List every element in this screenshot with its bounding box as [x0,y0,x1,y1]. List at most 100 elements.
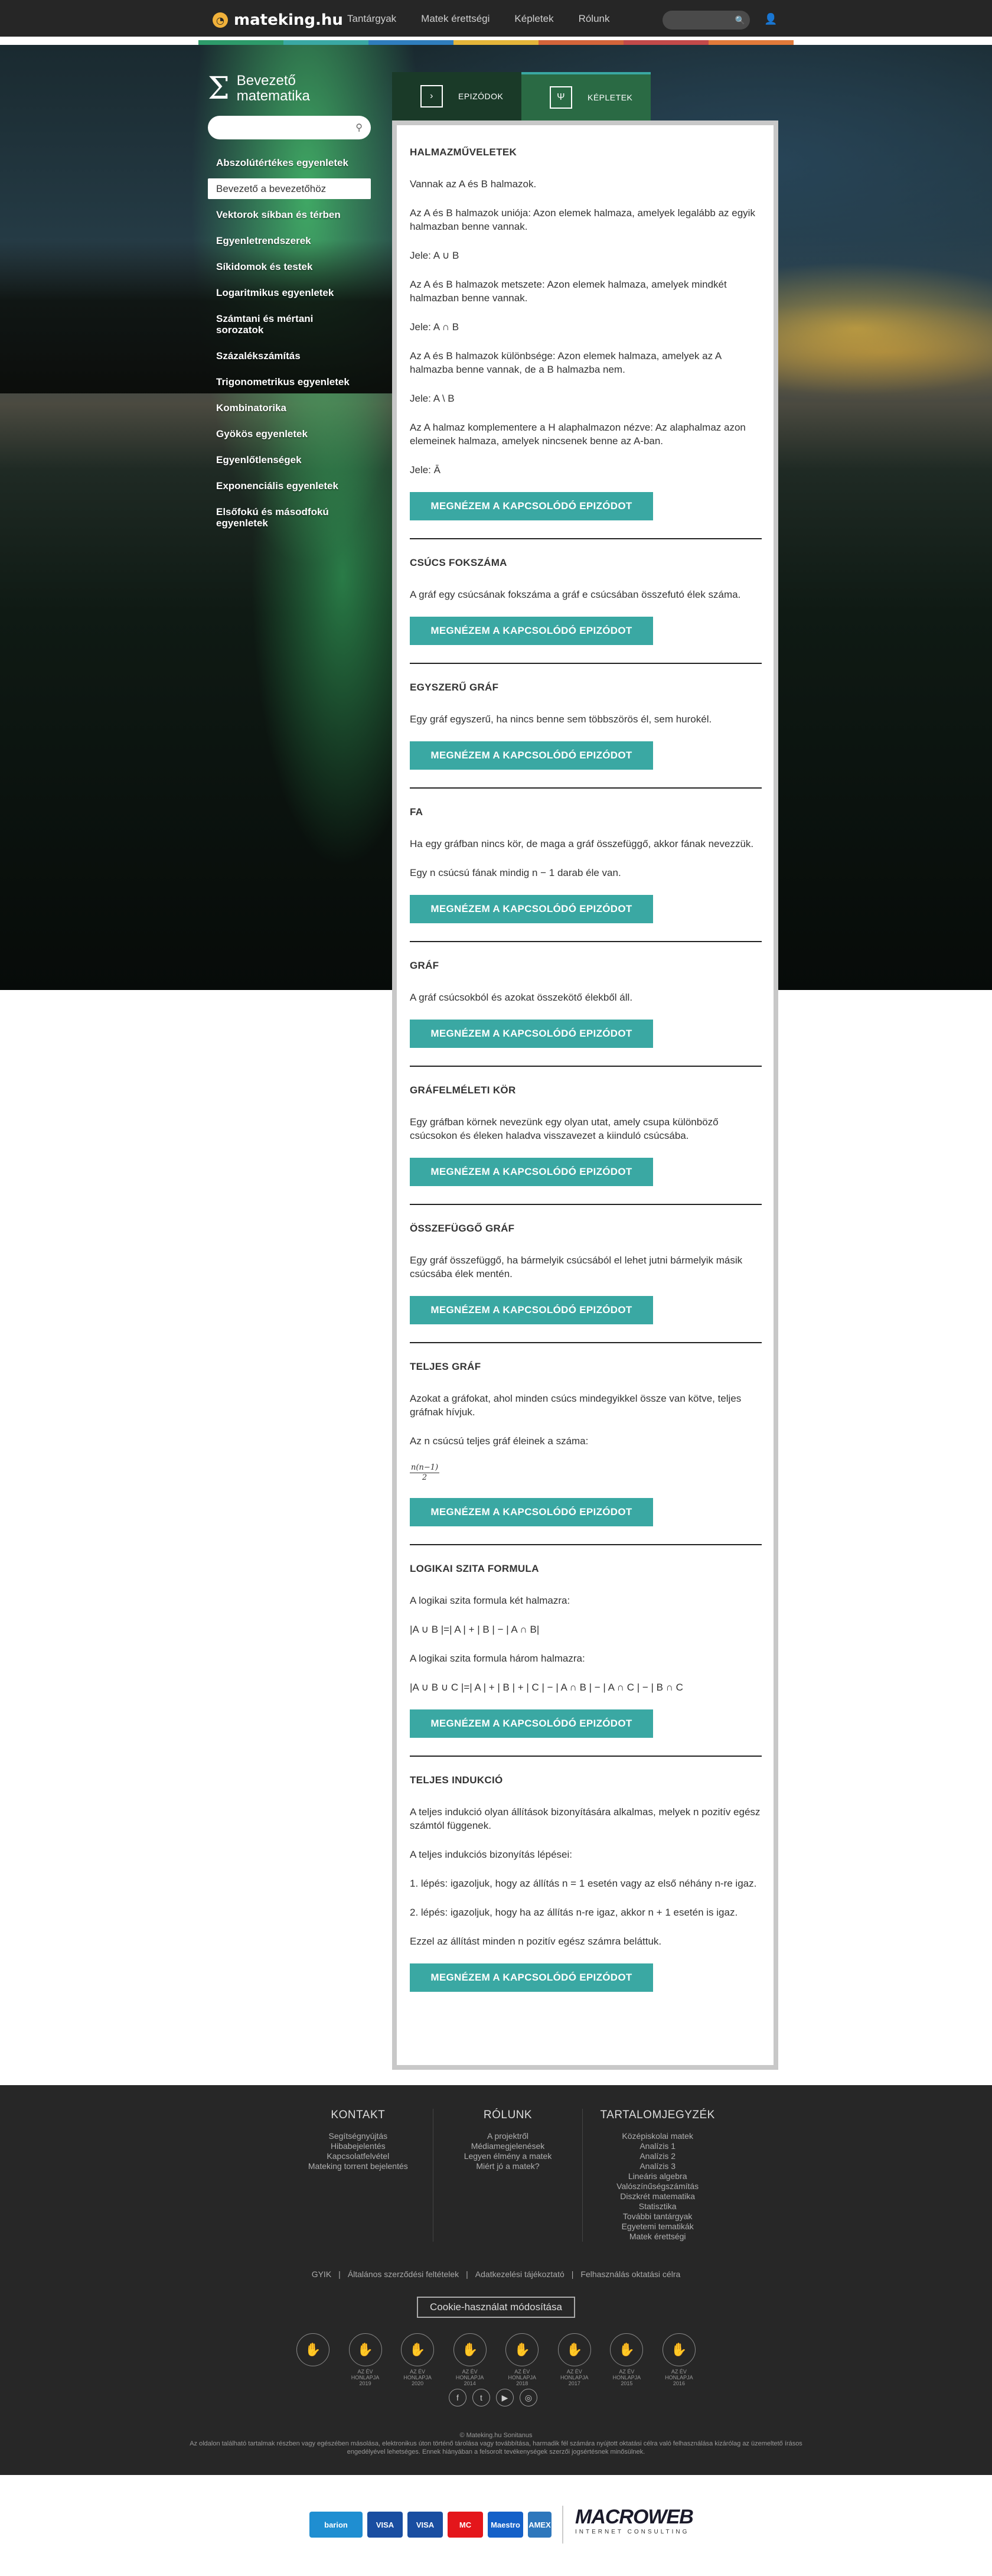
search-icon[interactable]: ⚲ [355,122,363,133]
sidebar-search-input[interactable]: ⚲ [208,116,371,139]
sidebar-item[interactable]: Kombinatorika [208,398,371,418]
footer-link[interactable]: Mateking torrent bejelentés [289,2161,427,2171]
sidebar-item[interactable]: Számtani és mértani sorozatok [208,308,371,340]
footer-link[interactable]: Analízis 3 [589,2161,726,2171]
section-text: Az A és B halmazok metszete: Azon elemek… [410,279,727,304]
related-episode-button[interactable]: MEGNÉZEM A KAPCSOLÓDÓ EPIZÓDOT [410,741,653,770]
footer-link[interactable]: Analízis 1 [589,2141,726,2151]
section-text: A gráf egy csúcsának fokszáma a gráf e c… [410,589,741,600]
twitter-icon[interactable]: t [472,2389,490,2406]
section-text: Jele: A ∩ B [410,321,459,333]
sidebar-list: Abszolútértékes egyenletek Bevezető a bev… [208,152,371,533]
related-episode-button[interactable]: MEGNÉZEM A KAPCSOLÓDÓ EPIZÓDOT [410,1158,653,1186]
facebook-icon[interactable]: f [449,2389,466,2406]
youtube-icon[interactable]: ▶ [496,2389,514,2406]
sidebar-item[interactable]: Exponenciális egyenletek [208,476,371,496]
footer-link[interactable]: Miért jó a matek? [439,2161,577,2171]
related-episode-button[interactable]: MEGNÉZEM A KAPCSOLÓDÓ EPIZÓDOT [410,617,653,645]
sidebar-item[interactable]: Logaritmikus egyenletek [208,282,371,303]
footer-bottom-link[interactable]: Adatkezelési tájékoztató [475,2269,564,2279]
sidebar-item[interactable]: Elsőfokú és másodfokú egyenletek [208,501,371,533]
section-text: Jele: A \ B [410,393,455,404]
footer-link[interactable]: Legyen élmény a matek [439,2151,577,2161]
user-icon[interactable]: 👤 [764,13,777,27]
nav-rolunk[interactable]: Rólunk [579,13,610,25]
cookie-button[interactable]: Cookie-használat módosítása [417,2297,575,2318]
sidebar-item[interactable]: Egyenlőtlenségek [208,450,371,470]
related-episode-button[interactable]: MEGNÉZEM A KAPCSOLÓDÓ EPIZÓDOT [410,1963,653,1992]
related-episode-button[interactable]: MEGNÉZEM A KAPCSOLÓDÓ EPIZÓDOT [410,1709,653,1738]
footer-link[interactable]: Diszkrét matematika [589,2191,726,2202]
sidebar-title-text: Bevezető matematika [236,73,310,104]
sidebar: Σ Bevezető matematika ⚲ Abszolútértékes e… [208,70,371,539]
sidebar-item[interactable]: Abszolútértékes egyenletek [208,152,371,173]
fraction-denominator: 2 [422,1473,428,1482]
footer-bottom-link[interactable]: Általános szerződési feltételek [348,2269,459,2279]
sidebar-item[interactable]: Síkidomok és testek [208,256,371,277]
social-links: f t ▶ ◎ [449,2389,537,2406]
sidebar-item[interactable]: Gyökös egyenletek [208,424,371,444]
footer-bottom-link[interactable]: GYIK [312,2269,331,2279]
sidebar-item[interactable]: Trigonometrikus egyenletek [208,372,371,392]
award-label: AZ ÉV HONLAPJA 2018 [508,2369,536,2386]
chevron-right-icon: › [420,85,443,108]
tab-formulas[interactable]: Ψ KÉPLETEK [521,72,651,121]
formula-section: EGYSZERŰ GRÁF Egy gráf egyszerű, ha nincs… [410,682,762,789]
footer-link[interactable]: Analízis 2 [589,2151,726,2161]
footer-link[interactable]: Statisztika [589,2202,726,2212]
formula-section: TELJES GRÁF Azokat a gráfokat, ahol minde… [410,1361,762,1545]
company-logo[interactable]: MACROWEB INTERNET CONSULTING [562,2506,694,2544]
footer-link[interactable]: A projektről [439,2131,577,2141]
footer-link[interactable]: További tantárgyak [589,2212,726,2222]
footer-link[interactable]: Lineáris algebra [589,2171,726,2181]
footer-links: GYIK | Általános szerződési feltételek | Ada… [0,2269,992,2279]
footer-link[interactable]: Kapcsolatfelvétel [289,2151,427,2161]
award-label: AZ ÉV HONLAPJA 2020 [403,2369,432,2386]
footer-column: RÓLUNK A projektről Médiamegjelenések Legye… [433,2109,583,2242]
footer-link[interactable]: Segítségnyújtás [289,2131,427,2141]
payment-card-logo: MC [448,2512,483,2538]
nav-matek-erettsegi[interactable]: Matek érettségi [421,13,490,25]
search-input[interactable]: 🔍 [663,11,750,30]
related-episode-button[interactable]: MEGNÉZEM A KAPCSOLÓDÓ EPIZÓDOT [410,1020,653,1048]
nav-kepletek[interactable]: Képletek [514,13,553,25]
related-episode-button[interactable]: MEGNÉZEM A KAPCSOLÓDÓ EPIZÓDOT [410,1296,653,1324]
company-name: MACROWEB [575,2506,694,2528]
tab-episodes[interactable]: › EPIZÓDOK [392,72,521,121]
related-episode-button[interactable]: MEGNÉZEM A KAPCSOLÓDÓ EPIZÓDOT [410,492,653,520]
section-text: Az A és B halmazok uniója: Azon elemek h… [410,207,755,232]
nav-tantargyak[interactable]: Tantárgyak [347,13,396,25]
section-text: Az n csúcsú teljes gráf éleinek a száma: [410,1435,589,1447]
section-text: Jele: A ∪ B [410,250,459,261]
sidebar-item[interactable]: Vektorok síkban és térben [208,204,371,225]
sidebar-item[interactable]: Bevezető a bevezetőhöz [208,178,371,199]
award-label: AZ ÉV HONLAPJA 2019 [351,2369,380,2386]
footer-link[interactable]: Médiamegjelenések [439,2141,577,2151]
footer-link[interactable]: Valószínűségszámítás [589,2181,726,2191]
formula-section: HALMAZMŰVELETEK Vannak az A és B halmazok… [410,146,762,539]
sidebar-item[interactable]: Százalékszámítás [208,346,371,366]
formula-section: FA Ha egy gráfban nincs kör, de maga a gr… [410,806,762,942]
award-label: AZ ÉV HONLAPJA 2017 [560,2369,589,2386]
footer-link[interactable]: Egyetemi tematikák [589,2222,726,2232]
footer-bottom-link[interactable]: Felhasználás oktatási célra [580,2269,680,2279]
section-title: ÖSSZEFÜGGŐ GRÁF [410,1223,515,1234]
section-text: Egy gráfban körnek nevezünk egy olyan ut… [410,1116,719,1141]
award-badge: ✋ AZ ÉV HONLAPJA 2016 [661,2333,697,2386]
related-episode-button[interactable]: MEGNÉZEM A KAPCSOLÓDÓ EPIZÓDOT [410,895,653,923]
sidebar-item[interactable]: Egyenletrendszerek [208,230,371,251]
payment-card-logo: VISA [367,2512,403,2538]
footer-columns: KONTAKT Segítségnyújtás Hibabejelentés Kapc… [283,2109,732,2242]
separator: | [338,2269,341,2279]
formula-section: TELJES INDUKCIÓ A teljes indukció olyan á… [410,1774,762,2010]
search-icon[interactable]: 🔍 [735,15,745,25]
section-text: 2. lépés: igazoljuk, hogy ha az állítás … [410,1907,738,1918]
footer-link[interactable]: Hibabejelentés [289,2141,427,2151]
footer-column-title: KONTAKT [331,2109,386,2121]
footer-link[interactable]: Matek érettségi [589,2232,726,2242]
site-logo[interactable]: ◔ mateking.hu [213,8,343,32]
related-episode-button[interactable]: MEGNÉZEM A KAPCSOLÓDÓ EPIZÓDOT [410,1498,653,1526]
instagram-icon[interactable]: ◎ [520,2389,537,2406]
section-title: GRÁFELMÉLETI KÖR [410,1085,516,1096]
footer-link[interactable]: Középiskolai matek [589,2131,726,2141]
